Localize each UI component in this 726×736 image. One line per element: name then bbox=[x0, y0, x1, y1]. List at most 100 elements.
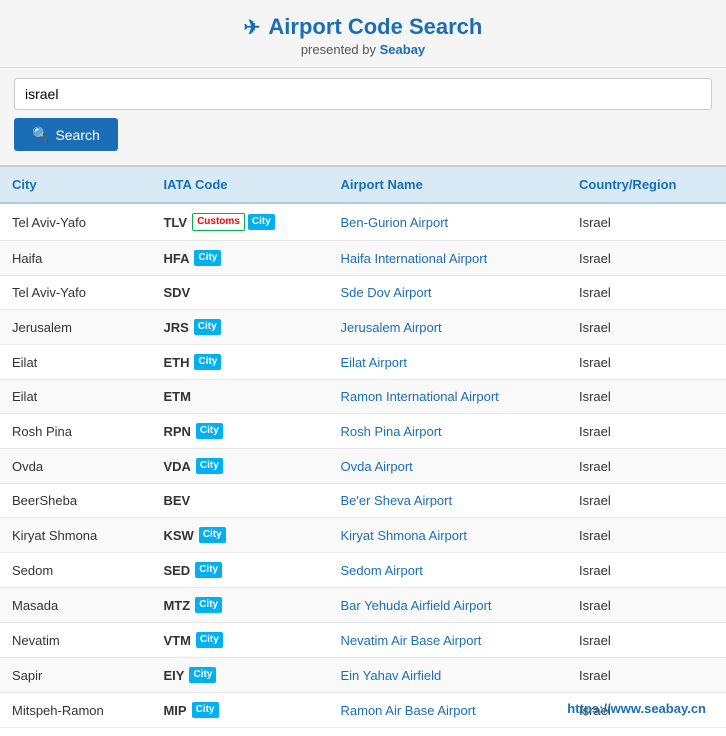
airport-link[interactable]: Eilat Airport bbox=[341, 355, 407, 370]
cell-city: Rosh Pina bbox=[0, 414, 151, 449]
cell-country: Israel bbox=[567, 449, 726, 484]
city-badge: City bbox=[195, 562, 222, 578]
cell-airport[interactable]: Rosh Pina Airport bbox=[329, 414, 567, 449]
cell-country: Israel bbox=[567, 380, 726, 414]
city-badge: City bbox=[248, 214, 275, 230]
airport-link[interactable]: Nevatim Air Base Airport bbox=[341, 633, 482, 648]
cell-airport[interactable]: Nevatim Air Base Airport bbox=[329, 623, 567, 658]
airport-link[interactable]: Jerusalem Airport bbox=[341, 320, 442, 335]
table-row: Rosh PinaRPNCityRosh Pina AirportIsrael bbox=[0, 414, 726, 449]
search-input[interactable] bbox=[14, 78, 712, 110]
table-row: Tel Aviv-YafoSDVSde Dov AirportIsrael bbox=[0, 276, 726, 310]
cell-airport[interactable]: Ein Yahav Airfield bbox=[329, 658, 567, 693]
cell-city: Tel Aviv-Yafo bbox=[0, 276, 151, 310]
search-section: 🔍 Search bbox=[0, 68, 726, 167]
airport-link[interactable]: Be'er Sheva Airport bbox=[341, 493, 453, 508]
cell-city: Eilat bbox=[0, 380, 151, 414]
iata-code-text: KSW bbox=[163, 528, 193, 543]
airport-link[interactable]: Ben-Gurion Airport bbox=[341, 215, 449, 230]
airport-link[interactable]: Kiryat Shmona Airport bbox=[341, 528, 467, 543]
table-row: HaifaHFACity Haifa International Airport I… bbox=[0, 241, 726, 276]
col-country: Country/Region bbox=[567, 167, 726, 203]
airport-link[interactable]: Ramon Air Base Airport bbox=[341, 703, 476, 718]
cell-iata: BEV bbox=[151, 484, 328, 518]
cell-iata: JRSCity bbox=[151, 310, 328, 345]
cell-iata: HFACity bbox=[151, 241, 328, 276]
table-row: Tel Aviv-YafoTLVCustomsCityBen-Gurion Ai… bbox=[0, 203, 726, 241]
airport-link[interactable]: Haifa International Airport bbox=[341, 251, 488, 266]
cell-airport[interactable]: Ramon International Airport bbox=[329, 380, 567, 414]
iata-code-text: VTM bbox=[163, 633, 190, 648]
col-airport: Airport Name bbox=[329, 167, 567, 203]
iata-code-text: HFA bbox=[163, 251, 189, 266]
table-row: JerusalemJRSCity Jerusalem Airport Israel bbox=[0, 310, 726, 345]
cell-airport[interactable]: Kiryat Shmona Airport bbox=[329, 518, 567, 553]
airport-link[interactable]: Rosh Pina Airport bbox=[341, 424, 442, 439]
cell-airport[interactable]: Be'er Sheva Airport bbox=[329, 484, 567, 518]
table-row: EilatETM Ramon International Airport Israe… bbox=[0, 380, 726, 414]
cell-iata: RPN City bbox=[151, 414, 328, 449]
customs-badge: Customs bbox=[192, 213, 245, 231]
airport-link[interactable]: Ramon International Airport bbox=[341, 389, 499, 404]
city-badge: City bbox=[199, 527, 226, 543]
cell-iata: MTZ City bbox=[151, 588, 328, 623]
airport-link[interactable]: Sde Dov Airport bbox=[341, 285, 432, 300]
cell-city: Jerusalem bbox=[0, 310, 151, 345]
city-badge: City bbox=[192, 702, 219, 718]
cell-airport[interactable]: Bar Yehuda Airfield Airport bbox=[329, 588, 567, 623]
cell-airport[interactable]: Eilat Airport bbox=[329, 345, 567, 380]
cell-airport[interactable]: Ramon Air Base Airport bbox=[329, 693, 567, 728]
airport-link[interactable]: Sedom Airport bbox=[341, 563, 423, 578]
table-row: EilatETHCityEilat AirportIsrael bbox=[0, 345, 726, 380]
table-header: City IATA Code Airport Name Country/Regi… bbox=[0, 167, 726, 203]
iata-code-text: MTZ bbox=[163, 598, 190, 613]
cell-country: Israel bbox=[567, 310, 726, 345]
cell-country: Israel bbox=[567, 484, 726, 518]
city-badge: City bbox=[194, 319, 221, 335]
cell-iata: ETM bbox=[151, 380, 328, 414]
cell-airport[interactable]: Ovda Airport bbox=[329, 449, 567, 484]
airport-link[interactable]: Ein Yahav Airfield bbox=[341, 668, 442, 683]
cell-country: Israel bbox=[567, 553, 726, 588]
cell-airport[interactable]: Jerusalem Airport bbox=[329, 310, 567, 345]
results-table-container: City IATA Code Airport Name Country/Regi… bbox=[0, 167, 726, 728]
cell-city: Haifa bbox=[0, 241, 151, 276]
airport-link[interactable]: Ovda Airport bbox=[341, 459, 413, 474]
page-wrapper: ✈ Airport Code Search presented by Seaba… bbox=[0, 0, 726, 736]
cell-airport[interactable]: Haifa International Airport bbox=[329, 241, 567, 276]
city-badge: City bbox=[196, 423, 223, 439]
cell-city: Ovda bbox=[0, 449, 151, 484]
search-button[interactable]: 🔍 Search bbox=[14, 118, 118, 151]
city-badge: City bbox=[194, 354, 221, 370]
cell-city: Mitspeh-Ramon bbox=[0, 693, 151, 728]
cell-city: Sapir bbox=[0, 658, 151, 693]
city-badge: City bbox=[195, 597, 222, 613]
brand-name: Seabay bbox=[380, 42, 426, 57]
cell-country: Israel bbox=[567, 241, 726, 276]
cell-city: Kiryat Shmona bbox=[0, 518, 151, 553]
iata-code-text: RPN bbox=[163, 424, 190, 439]
iata-code-text: ETH bbox=[163, 355, 189, 370]
cell-airport[interactable]: Sedom Airport bbox=[329, 553, 567, 588]
cell-country: Israel bbox=[567, 693, 726, 728]
plane-icon: ✈ bbox=[244, 15, 261, 40]
cell-iata: MIPCity bbox=[151, 693, 328, 728]
cell-city: Masada bbox=[0, 588, 151, 623]
cell-airport[interactable]: Sde Dov Airport bbox=[329, 276, 567, 310]
search-button-label: Search bbox=[55, 127, 99, 143]
cell-iata: SDV bbox=[151, 276, 328, 310]
cell-country: Israel bbox=[567, 623, 726, 658]
col-city: City bbox=[0, 167, 151, 203]
cell-iata: SEDCity bbox=[151, 553, 328, 588]
search-icon: 🔍 bbox=[32, 126, 49, 143]
header-subtitle: presented by Seabay bbox=[10, 42, 716, 57]
results-table: City IATA Code Airport Name Country/Regi… bbox=[0, 167, 726, 728]
cell-airport[interactable]: Ben-Gurion Airport bbox=[329, 203, 567, 241]
col-iata: IATA Code bbox=[151, 167, 328, 203]
cell-country: Israel bbox=[567, 203, 726, 241]
city-badge: City bbox=[196, 632, 223, 648]
cell-city: Tel Aviv-Yafo bbox=[0, 203, 151, 241]
city-badge: City bbox=[189, 667, 216, 683]
airport-link[interactable]: Bar Yehuda Airfield Airport bbox=[341, 598, 492, 613]
cell-iata: VDACity bbox=[151, 449, 328, 484]
